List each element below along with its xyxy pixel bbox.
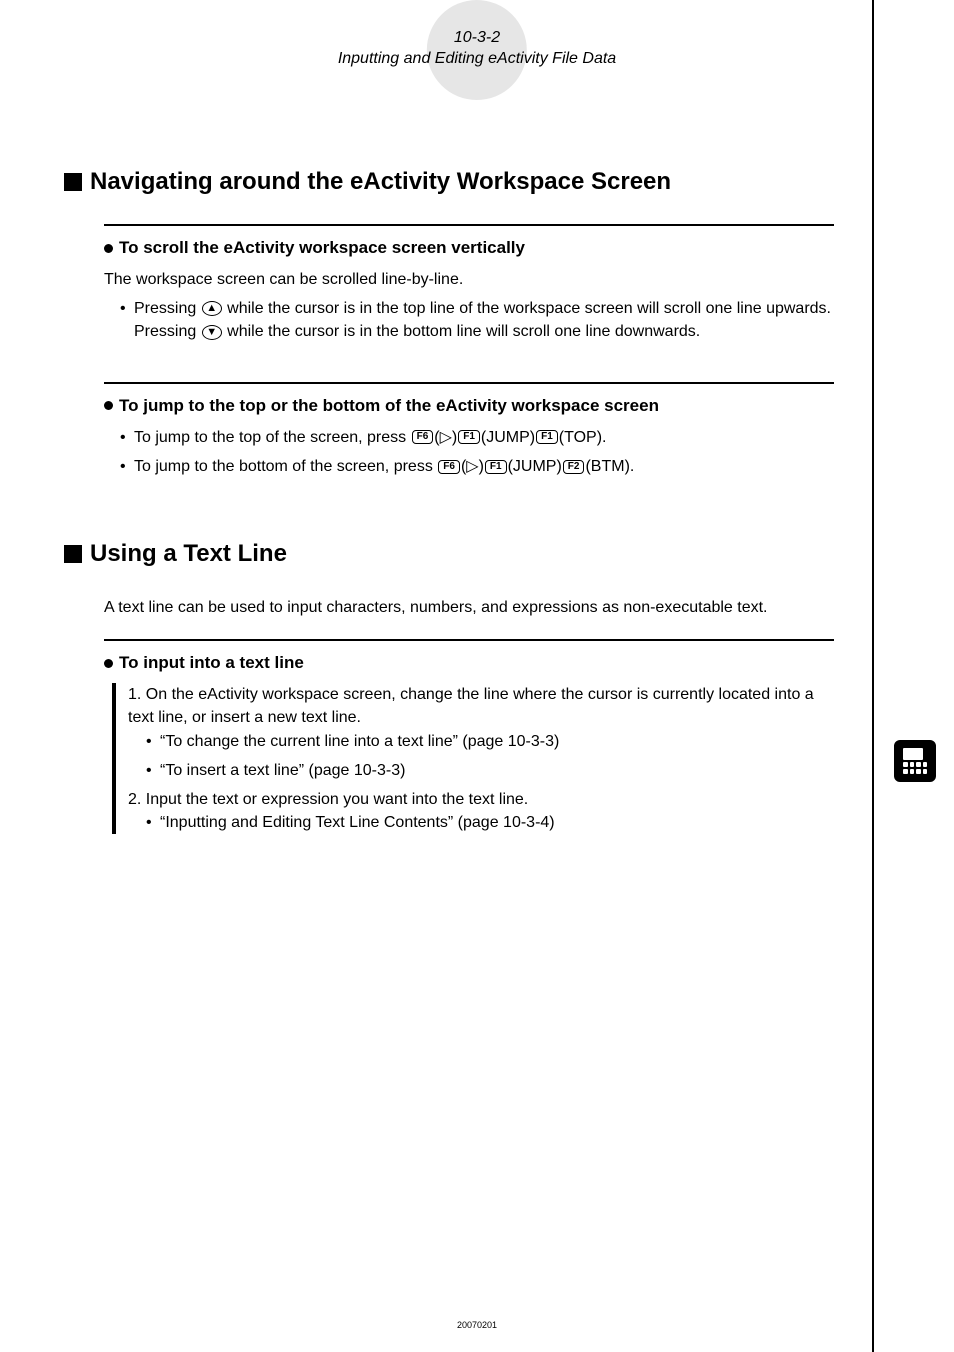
subsection-scroll-title: To scroll the eActivity workspace screen… bbox=[119, 238, 525, 258]
jump-label: (JUMP) bbox=[508, 458, 562, 475]
procedure-step-2: 2. Input the text or expression you want… bbox=[128, 788, 834, 834]
cursor-down-icon: ▼ bbox=[202, 325, 222, 340]
jump-bullet-list: To jump to the top of the screen, press … bbox=[120, 426, 834, 478]
step1-number: 1. bbox=[128, 686, 146, 703]
section-2-intro: A text line can be used to input charact… bbox=[104, 596, 834, 619]
f1-key-icon: F1 bbox=[458, 430, 480, 444]
jump-label: (JUMP) bbox=[481, 429, 535, 446]
jump-top-pre: To jump to the top of the screen, press bbox=[134, 429, 411, 446]
section-2-intro-block: A text line can be used to input charact… bbox=[104, 596, 834, 619]
step2-text: Input the text or expression you want in… bbox=[146, 791, 528, 808]
subsection-jump-title: To jump to the top or the bottom of the … bbox=[119, 396, 659, 416]
scroll-bullet: Pressing ▲ while the cursor is in the to… bbox=[120, 297, 834, 343]
paren-tri: (▷) bbox=[461, 458, 484, 475]
procedure-block: 1. On the eActivity workspace screen, ch… bbox=[112, 683, 834, 834]
right-margin-rule bbox=[872, 0, 874, 1352]
jump-btm-bullet: To jump to the bottom of the screen, pre… bbox=[120, 455, 834, 478]
subsection-input-heading: To input into a text line bbox=[104, 653, 834, 673]
round-bullet-icon bbox=[104, 244, 113, 253]
header-page-number: 10-3-2 bbox=[338, 28, 616, 49]
step1-sublist: “To change the current line into a text … bbox=[146, 730, 834, 782]
subsection-input-title: To input into a text line bbox=[119, 653, 304, 673]
step2-bullet-1: “Inputting and Editing Text Line Content… bbox=[146, 811, 834, 834]
square-bullet-icon bbox=[64, 545, 82, 563]
subsection-rule bbox=[104, 382, 834, 384]
section-2-heading: Using a Text Line bbox=[64, 540, 834, 568]
subsection-scroll-heading: To scroll the eActivity workspace screen… bbox=[104, 238, 834, 258]
jump-btm-pre: To jump to the bottom of the screen, pre… bbox=[134, 458, 437, 475]
calculator-icon bbox=[900, 746, 930, 776]
header-title: Inputting and Editing eActivity File Dat… bbox=[338, 49, 616, 70]
f1-key-icon: F1 bbox=[485, 460, 507, 474]
subsection-rule bbox=[104, 639, 834, 641]
subsection-jump-heading: To jump to the top or the bottom of the … bbox=[104, 396, 834, 416]
header: 10-3-2 Inputting and Editing eActivity F… bbox=[338, 28, 616, 70]
procedure-step-1: 1. On the eActivity workspace screen, ch… bbox=[128, 683, 834, 782]
f1-key-icon: F1 bbox=[536, 430, 558, 444]
section-1-heading: Navigating around the eActivity Workspac… bbox=[64, 168, 834, 196]
step2-number: 2. bbox=[128, 791, 146, 808]
procedure-list: 1. On the eActivity workspace screen, ch… bbox=[128, 683, 834, 834]
scroll-bullet-post: while the cursor is in the bottom line w… bbox=[223, 323, 701, 340]
top-label: (TOP). bbox=[559, 429, 607, 446]
step1-bullet-1: “To change the current line into a text … bbox=[146, 730, 834, 753]
mode-icon bbox=[894, 740, 936, 782]
scroll-intro: The workspace screen can be scrolled lin… bbox=[104, 268, 834, 291]
section-2-title: Using a Text Line bbox=[90, 540, 287, 568]
round-bullet-icon bbox=[104, 659, 113, 668]
subsection-scroll: To scroll the eActivity workspace screen… bbox=[104, 224, 834, 344]
f2-key-icon: F2 bbox=[563, 460, 585, 474]
subsection-jump: To jump to the top or the bottom of the … bbox=[104, 382, 834, 478]
content: Navigating around the eActivity Workspac… bbox=[64, 168, 834, 834]
jump-top-bullet: To jump to the top of the screen, press … bbox=[120, 426, 834, 449]
step2-sublist: “Inputting and Editing Text Line Content… bbox=[146, 811, 834, 834]
step1-text: On the eActivity workspace screen, chang… bbox=[128, 686, 814, 726]
square-bullet-icon bbox=[64, 173, 82, 191]
round-bullet-icon bbox=[104, 401, 113, 410]
scroll-bullet-pre: Pressing bbox=[134, 300, 201, 317]
page: 10-3-2 Inputting and Editing eActivity F… bbox=[0, 0, 954, 1352]
footer-code: 20070201 bbox=[457, 1320, 497, 1330]
subsection-rule bbox=[104, 224, 834, 226]
f6-key-icon: F6 bbox=[438, 460, 460, 474]
scroll-bullet-list: Pressing ▲ while the cursor is in the to… bbox=[120, 297, 834, 343]
cursor-up-icon: ▲ bbox=[202, 301, 222, 316]
step1-bullet-2: “To insert a text line” (page 10-3-3) bbox=[146, 759, 834, 782]
section-1-title: Navigating around the eActivity Workspac… bbox=[90, 168, 671, 196]
paren-tri: (▷) bbox=[434, 429, 457, 446]
subsection-input: To input into a text line 1. On the eAct… bbox=[104, 639, 834, 834]
btm-label: (BTM). bbox=[585, 458, 634, 475]
f6-key-icon: F6 bbox=[412, 430, 434, 444]
